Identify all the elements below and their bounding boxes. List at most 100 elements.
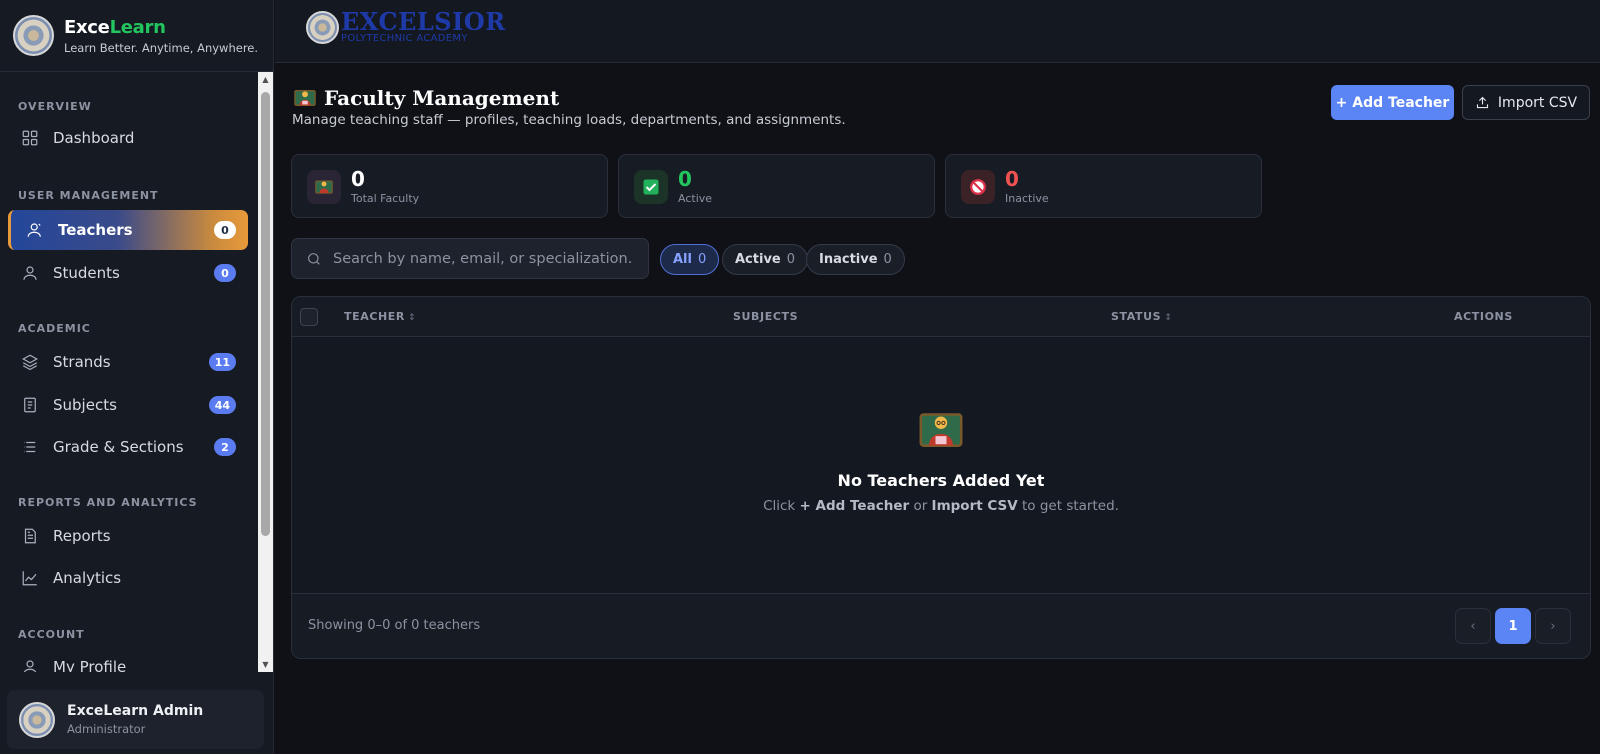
table-header: TEACHER ↕ SUBJECTS STATUS ↕ ACTIONS [292,297,1590,337]
filter-chip-inactive[interactable]: Inactive 0 [806,244,905,275]
upload-icon [1476,96,1488,109]
section-overview: OVERVIEW [18,100,92,113]
pagination-summary: Showing 0–0 of 0 teachers [308,618,481,633]
stat-label: Active [678,192,713,205]
sidebar-item-reports[interactable]: Reports [8,516,248,556]
sidebar-item-teachers[interactable]: Teachers 0 [8,210,248,250]
sidebar-item-analytics[interactable]: Analytics [8,558,248,598]
import-csv-button[interactable]: Import CSV [1462,85,1590,120]
scroll-thumb[interactable] [261,92,270,536]
sidebar-item-grade-sections[interactable]: Grade & Sections 2 [8,427,248,467]
count-badge: 11 [208,353,236,371]
layers-icon [21,353,39,371]
search-input[interactable] [333,250,633,267]
select-all-checkbox[interactable] [300,308,318,326]
empty-state: No Teachers Added Yet Click + Add Teache… [292,337,1590,593]
pagination-prev-button[interactable]: ‹ [1455,608,1491,644]
sort-icon: ↕ [1164,313,1173,323]
filter-chip-all[interactable]: All 0 [660,244,720,275]
user-icon [21,658,39,672]
scroll-up-arrow-icon[interactable]: ▲ [258,72,273,87]
stat-card-active: 0 Active [618,154,935,218]
section-academic: ACADEMIC [18,322,91,335]
column-status[interactable]: STATUS ↕ [1111,310,1172,323]
prohibited-icon [961,170,995,204]
user-icon [21,264,39,282]
user-name: ExceLearn Admin [67,703,204,719]
sidebar-item-label: Grade & Sections [53,438,184,456]
list-icon [21,438,39,456]
sidebar: ExceLearn Learn Better. Anytime, Anywher… [0,0,274,754]
add-teacher-hint-link[interactable]: + Add Teacher [800,498,910,514]
brand[interactable]: ExceLearn Learn Better. Anytime, Anywher… [0,0,273,72]
document-icon [21,527,39,545]
sidebar-item-my-profile[interactable]: My Profile [8,647,248,672]
column-teacher[interactable]: TEACHER ↕ [344,310,416,323]
brand-tagline: Learn Better. Anytime, Anywhere. [64,40,259,55]
import-csv-hint-link[interactable]: Import CSV [932,498,1018,514]
sidebar-item-label: Reports [53,527,111,545]
stat-value: 0 [678,167,692,191]
user-card[interactable]: ExceLearn Admin Administrator [7,690,264,749]
sidebar-item-label: Strands [53,353,111,371]
pagination-next-button[interactable]: › [1535,608,1571,644]
sidebar-item-dashboard[interactable]: Dashboard [8,118,248,158]
stat-card-inactive: 0 Inactive [945,154,1262,218]
sort-icon: ↕ [408,313,417,323]
stat-label: Total Faculty [351,192,420,205]
sidebar-item-strands[interactable]: Strands 11 [8,342,248,382]
sidebar-item-label: Subjects [53,396,117,414]
column-subjects: SUBJECTS [733,310,799,323]
sidebar-item-subjects[interactable]: Subjects 44 [8,385,248,425]
book-icon [21,396,39,414]
avatar [19,701,55,738]
sidebar-item-label: Teachers [58,221,133,239]
chart-icon [21,569,39,587]
add-teacher-button[interactable]: + Add Teacher [1331,85,1454,120]
count-badge: 0 [214,264,236,282]
page-title: Faculty Management [294,86,559,110]
empty-state-title: No Teachers Added Yet [837,471,1045,490]
page-subtitle: Manage teaching staff — profiles, teachi… [292,112,846,128]
user-icon [26,221,44,239]
sidebar-item-label: Students [53,264,120,282]
sidebar-item-label: Dashboard [53,129,135,147]
empty-state-hint: Click + Add Teacher or Import CSV to get… [763,498,1119,514]
top-bar: EXCELSIOR POLYTECHNIC ACADEMY [275,0,1600,63]
teacher-emoji-icon [919,413,963,447]
pagination-page-1[interactable]: 1 [1495,608,1531,644]
table-footer: Showing 0–0 of 0 teachers ‹ 1 › [292,593,1590,658]
sidebar-item-label: Analytics [53,569,122,587]
teacher-emoji-icon [307,170,341,204]
school-seal-logo [13,15,54,56]
school-logo[interactable]: EXCELSIOR POLYTECHNIC ACADEMY [306,10,506,44]
sidebar-item-students[interactable]: Students 0 [8,253,248,293]
logo-title: EXCELSIOR [341,7,506,36]
count-badge: 44 [208,396,236,414]
sidebar-item-label: My Profile [53,658,127,672]
sidebar-scrollbar[interactable]: ▲ ▼ [258,72,273,672]
stat-card-total: 0 Total Faculty [291,154,608,218]
section-account: ACCOUNT [18,628,85,641]
search-icon [308,252,320,265]
filter-chip-active[interactable]: Active 0 [722,244,809,275]
section-reports: REPORTS AND ANALYTICS [18,496,198,509]
scroll-down-arrow-icon[interactable]: ▼ [258,657,273,672]
grid-icon [21,129,39,147]
stat-value: 0 [351,167,365,191]
column-actions: ACTIONS [1454,310,1513,323]
brand-name: ExceLearn [64,16,166,38]
count-badge: 0 [214,221,236,239]
teacher-emoji-icon [294,89,316,107]
check-box-icon [634,170,668,204]
stat-label: Inactive [1005,192,1049,205]
teachers-table: TEACHER ↕ SUBJECTS STATUS ↕ ACTIONS No Tea… [291,296,1591,659]
search-box [291,238,649,279]
count-badge: 2 [214,438,236,456]
user-role: Administrator [67,722,146,736]
stat-value: 0 [1005,167,1019,191]
sidebar-nav: OVERVIEW Dashboard USER MANAGEMENT Teach… [0,72,258,672]
main-content: Faculty Management Manage teaching staff… [275,63,1600,754]
school-seal-logo [306,10,339,44]
section-user-management: USER MANAGEMENT [18,189,159,202]
